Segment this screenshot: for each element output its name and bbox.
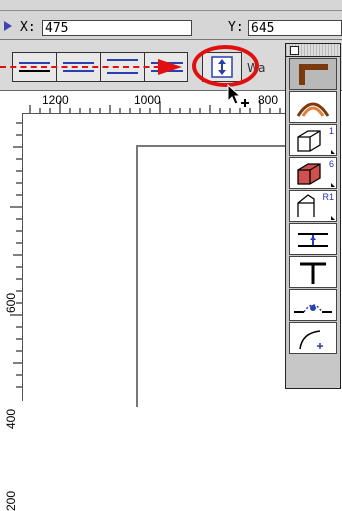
roof-tool[interactable]: R1 bbox=[289, 190, 337, 222]
shape-tool[interactable]: 1 bbox=[289, 124, 337, 156]
drawn-rectangle bbox=[136, 145, 298, 407]
ruler-label: 400 bbox=[4, 408, 18, 429]
tool-badge: 1 bbox=[328, 126, 334, 136]
door-tool[interactable] bbox=[289, 289, 337, 321]
vertical-ruler: 600 400 200 bbox=[0, 113, 23, 511]
door-swing-icon bbox=[294, 304, 332, 313]
submenu-arrow-icon bbox=[331, 216, 335, 220]
y-coordinate-field[interactable]: 645 bbox=[248, 20, 342, 36]
y-label: Y: bbox=[228, 20, 244, 35]
curve-icon bbox=[299, 330, 323, 350]
annotation-arrowhead-icon bbox=[158, 59, 182, 75]
divider bbox=[0, 10, 342, 11]
wall-corner-icon bbox=[299, 64, 328, 85]
ruler-label: 200 bbox=[4, 490, 18, 511]
ruler-label: 800 bbox=[258, 93, 279, 107]
annotation-arrow bbox=[0, 66, 170, 68]
close-icon[interactable] bbox=[290, 46, 299, 55]
x-label: X: bbox=[20, 20, 36, 35]
curve-tool[interactable] bbox=[289, 322, 337, 354]
wall-tool[interactable] bbox=[289, 58, 337, 90]
tool-badge: R1 bbox=[322, 192, 334, 202]
cursor-plus-icon bbox=[227, 84, 249, 107]
arc-wall-icon bbox=[296, 102, 330, 117]
play-icon[interactable] bbox=[4, 21, 12, 31]
solid-tool[interactable]: 6 bbox=[289, 157, 337, 189]
dimension-line-icon bbox=[298, 233, 328, 247]
submenu-arrow-icon bbox=[331, 183, 335, 187]
ruler-label: 1000 bbox=[134, 93, 161, 107]
annotation-circle bbox=[192, 45, 259, 87]
tool-badge: 6 bbox=[328, 159, 334, 169]
ruler-label: 1200 bbox=[42, 93, 69, 107]
t-column-icon bbox=[300, 262, 326, 284]
dimension-tool[interactable] bbox=[289, 223, 337, 255]
ruler-label: 600 bbox=[4, 292, 18, 313]
x-coordinate-field[interactable]: 475 bbox=[42, 20, 192, 36]
column-tool[interactable] bbox=[289, 256, 337, 288]
arc-wall-tool[interactable] bbox=[289, 91, 337, 123]
submenu-arrow-icon bbox=[331, 150, 335, 154]
